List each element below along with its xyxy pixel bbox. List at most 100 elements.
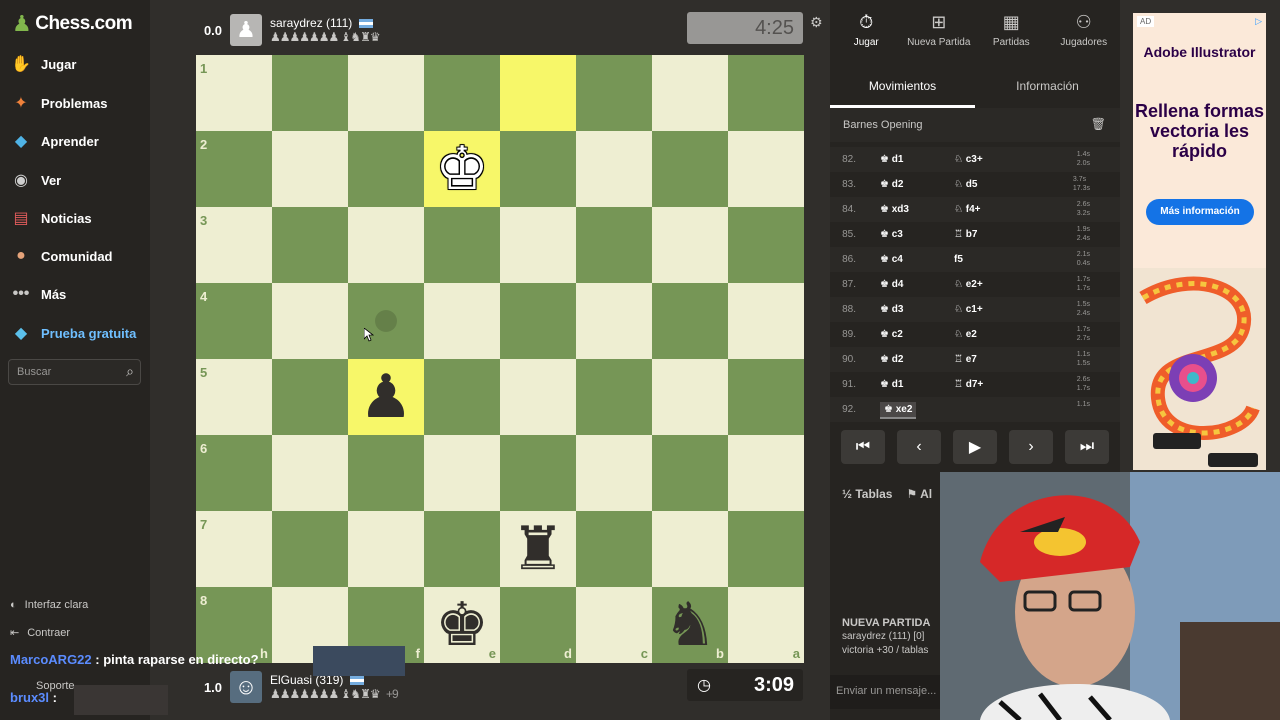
board-square[interactable] [272, 435, 348, 511]
board-square[interactable] [348, 435, 424, 511]
white-move[interactable]: ♚ d3 [864, 304, 948, 315]
settings-gear-icon[interactable]: ⚙ [810, 14, 823, 31]
board-square[interactable] [272, 55, 348, 131]
chess-board[interactable]: 12♚345♟67♜8hgfe♚dcb♞a [196, 55, 804, 663]
board-square[interactable] [424, 511, 500, 587]
black-king-piece[interactable]: ♚ [424, 587, 500, 663]
board-square[interactable] [728, 435, 804, 511]
sidebar-item-premium[interactable]: ◆ Prueba gratuita [10, 319, 137, 347]
white-move[interactable]: ♚ xe2 [864, 402, 948, 419]
black-move[interactable]: ♘ d5 [948, 179, 1032, 190]
board-square[interactable] [652, 511, 728, 587]
board-square[interactable] [652, 283, 728, 359]
board-square[interactable] [652, 207, 728, 283]
board-square[interactable]: 5 [196, 359, 272, 435]
board-square[interactable]: 3 [196, 207, 272, 283]
board-square[interactable]: c [576, 587, 652, 663]
board-square[interactable] [348, 55, 424, 131]
chess-logo[interactable]: ♟ Chess.com [12, 10, 133, 38]
board-square[interactable] [500, 207, 576, 283]
board-square[interactable] [272, 511, 348, 587]
board-square[interactable] [424, 283, 500, 359]
sidebar-item-comunidad[interactable]: ● Comunidad [10, 242, 112, 270]
board-square[interactable] [652, 435, 728, 511]
tab-movimientos[interactable]: Movimientos [830, 70, 975, 108]
black-move[interactable]: ♖ d7+ [948, 379, 1032, 390]
bottom-player-avatar[interactable]: ☺ [230, 671, 262, 703]
board-square[interactable] [576, 207, 652, 283]
black-rook-piece[interactable]: ♜ [500, 511, 576, 587]
sidebar-item-jugar[interactable]: ✋ Jugar [10, 50, 76, 78]
board-square[interactable]: 2 [196, 131, 272, 207]
top-player-name-row[interactable]: saraydrez (111) [270, 16, 380, 30]
black-pawn-piece[interactable]: ♟ [348, 359, 424, 435]
board-square[interactable] [500, 55, 576, 131]
board-square[interactable] [576, 55, 652, 131]
board-square[interactable] [728, 283, 804, 359]
white-move[interactable]: ♚ d1 [864, 154, 948, 165]
collapse-button[interactable]: ⇤ Contraer [10, 626, 70, 640]
trash-icon[interactable]: 🗑 [1091, 117, 1106, 131]
board-square[interactable] [272, 131, 348, 207]
board-square[interactable] [728, 207, 804, 283]
tab-nueva-partida[interactable]: ⊞ Nueva Partida [903, 12, 975, 62]
white-move[interactable]: ♚ d2 [864, 179, 948, 190]
black-move[interactable]: ♘ e2 [948, 329, 1032, 340]
board-square[interactable] [500, 283, 576, 359]
board-square[interactable]: a [728, 587, 804, 663]
board-square[interactable] [652, 55, 728, 131]
black-move[interactable]: ♘ f4+ [948, 204, 1032, 215]
first-move-button[interactable]: ⏮ [841, 430, 885, 464]
board-square[interactable] [348, 283, 424, 359]
tab-partidas[interactable]: ▦ Partidas [975, 12, 1047, 62]
board-square[interactable] [500, 359, 576, 435]
black-knight-piece[interactable]: ♞ [652, 587, 728, 663]
board-square[interactable] [576, 435, 652, 511]
last-move-button[interactable]: ⏭ [1065, 430, 1109, 464]
board-square[interactable] [500, 131, 576, 207]
board-square[interactable] [424, 359, 500, 435]
black-move[interactable]: ♖ e7 [948, 354, 1032, 365]
advertisement[interactable]: AD ▷ Adobe Illustrator Rellena formas ve… [1133, 13, 1266, 470]
board-square[interactable]: b ♞ [652, 587, 728, 663]
black-move[interactable]: ♖ b7 [948, 229, 1032, 240]
board-square[interactable] [348, 511, 424, 587]
top-player-avatar[interactable]: ♟ [230, 14, 262, 46]
board-square[interactable] [728, 359, 804, 435]
tab-jugar[interactable]: ⏱ Jugar [830, 12, 902, 62]
board-square[interactable] [272, 359, 348, 435]
move-hint-dot[interactable] [375, 310, 397, 332]
board-square[interactable] [500, 435, 576, 511]
white-move[interactable]: ♚ xd3 [864, 204, 948, 215]
board-square[interactable]: 7 [196, 511, 272, 587]
board-square[interactable]: 1 [196, 55, 272, 131]
board-square[interactable] [728, 131, 804, 207]
board-square[interactable] [424, 207, 500, 283]
board-square[interactable] [348, 207, 424, 283]
board-square[interactable] [424, 435, 500, 511]
prev-move-button[interactable]: ‹ [897, 430, 941, 464]
resign-button[interactable]: ⚑ Al [906, 487, 932, 501]
next-move-button[interactable]: › [1009, 430, 1053, 464]
ad-choices-icon[interactable]: ▷ [1255, 16, 1262, 27]
board-square[interactable]: d [500, 587, 576, 663]
black-move[interactable]: f5 [948, 254, 1032, 265]
board-square[interactable] [728, 55, 804, 131]
white-move[interactable]: ♚ c3 [864, 229, 948, 240]
black-move[interactable]: ♘ c1+ [948, 304, 1032, 315]
white-move[interactable]: ♚ d2 [864, 354, 948, 365]
sidebar-item-mas[interactable]: ••• Más [10, 280, 67, 308]
white-move[interactable]: ♚ d4 [864, 279, 948, 290]
board-square[interactable]: e ♚ [424, 587, 500, 663]
tab-jugadores[interactable]: ⚇ Jugadores [1048, 12, 1120, 62]
sidebar-item-aprender[interactable]: ◆ Aprender [10, 127, 99, 155]
black-move[interactable]: ♘ e2+ [948, 279, 1032, 290]
board-square[interactable] [576, 359, 652, 435]
board-square[interactable] [424, 55, 500, 131]
light-mode-toggle[interactable]: ◐ Interfaz clara [10, 599, 88, 611]
play-button[interactable]: ▶ [953, 430, 997, 464]
board-square[interactable]: 4 [196, 283, 272, 359]
board-square[interactable] [576, 131, 652, 207]
draw-button[interactable]: ½ Tablas [842, 487, 892, 501]
board-square[interactable] [576, 511, 652, 587]
